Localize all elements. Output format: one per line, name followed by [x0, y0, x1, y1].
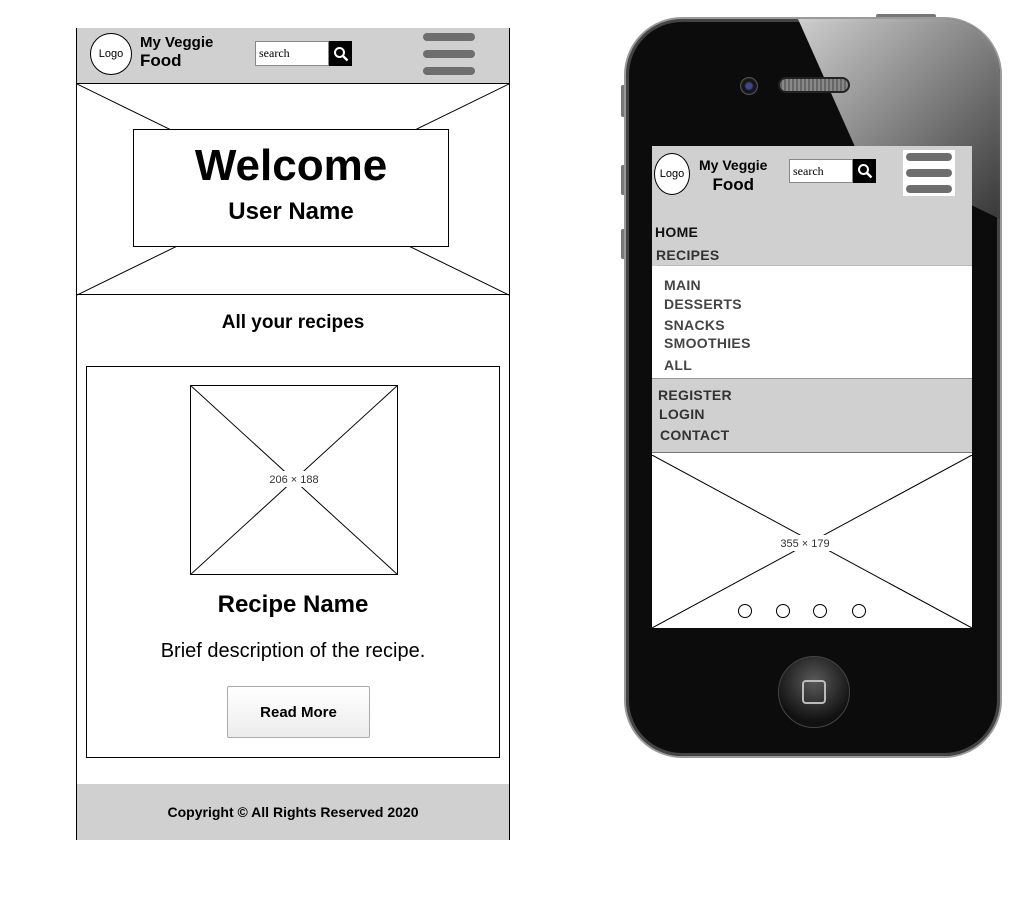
site-footer: Copyright © All Rights Reserved 2020: [77, 784, 509, 840]
hamburger-menu-icon[interactable]: [423, 33, 475, 75]
search-button[interactable]: [329, 41, 352, 66]
nav-contact[interactable]: CONTACT: [660, 427, 730, 443]
image-slider: 355 × 179: [652, 455, 972, 628]
submenu-item-main[interactable]: MAIN: [664, 277, 701, 293]
slider-dot-3[interactable]: [813, 604, 827, 618]
mobile-nav-lower: REGISTER LOGIN CONTACT: [652, 378, 972, 453]
brand-line-1: My Veggie: [699, 157, 768, 173]
welcome-box: Welcome User Name: [133, 129, 449, 247]
slider-dot-4[interactable]: [852, 604, 866, 618]
nav-home[interactable]: HOME: [655, 224, 698, 240]
image-size-label: 355 × 179: [780, 538, 829, 550]
nav-login[interactable]: LOGIN: [659, 406, 705, 422]
image-size-label: 206 × 188: [269, 474, 318, 486]
recipe-card: 206 × 188 Recipe Name Brief description …: [86, 366, 500, 758]
submenu-item-snacks[interactable]: SNACKS: [664, 317, 725, 333]
brand-name: My Veggie Food: [699, 157, 767, 195]
mobile-header: Logo My Veggie Food search HOME RECIPES: [652, 146, 972, 266]
search-icon: [857, 164, 872, 179]
phone-speaker: [778, 77, 850, 93]
user-name: User Name: [228, 198, 354, 225]
desktop-wireframe: Logo My Veggie Food search Welcome User …: [76, 28, 510, 840]
search-input[interactable]: search: [255, 41, 329, 66]
logo[interactable]: Logo: [654, 153, 690, 195]
nav-recipes[interactable]: RECIPES: [656, 247, 720, 263]
brand-line-1: My Veggie: [140, 34, 214, 51]
submenu-item-smoothies[interactable]: SMOOTHIES: [664, 335, 751, 351]
phone-camera: [740, 77, 758, 95]
recipes-submenu: MAIN DESSERTS SNACKS SMOOTHIES ALL: [657, 265, 972, 379]
recipe-name: Recipe Name: [217, 591, 369, 618]
search-input[interactable]: search: [789, 159, 853, 183]
recipe-image-placeholder: 206 × 188: [190, 385, 398, 575]
phone-home-button[interactable]: [778, 656, 850, 728]
submenu-item-desserts[interactable]: DESSERTS: [664, 296, 742, 312]
brand-name: My Veggie Food: [140, 34, 213, 71]
hero-banner: Welcome User Name: [77, 83, 509, 296]
read-more-button[interactable]: Read More: [227, 686, 370, 738]
section-title: All your recipes: [221, 312, 365, 333]
submenu-item-all[interactable]: ALL: [664, 357, 692, 373]
welcome-title: Welcome: [194, 141, 388, 190]
search-icon: [333, 46, 348, 61]
nav-register[interactable]: REGISTER: [658, 387, 732, 403]
logo[interactable]: Logo: [90, 33, 132, 75]
search-button[interactable]: [853, 159, 876, 183]
recipe-description: Brief description of the recipe.: [160, 640, 426, 662]
hamburger-menu-icon[interactable]: [903, 150, 955, 196]
slider-dot-2[interactable]: [776, 604, 790, 618]
brand-line-2: Food: [712, 175, 754, 195]
brand-line-2: Food: [140, 51, 182, 71]
slider-dot-1[interactable]: [738, 604, 752, 618]
mobile-screen: Logo My Veggie Food search HOME RECIPES …: [652, 146, 972, 628]
site-header: Logo My Veggie Food search: [77, 28, 509, 83]
